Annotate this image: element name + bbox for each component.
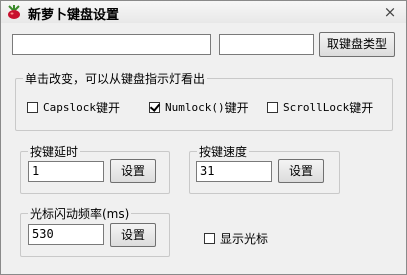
scrolllock-label-prefix: ScrollLock xyxy=(283,101,350,114)
numlock-checkbox[interactable]: Numlock() 键开 xyxy=(149,99,249,116)
radish-app-icon xyxy=(8,5,20,19)
capslock-label-prefix: Capslock xyxy=(43,101,96,114)
show-cursor-checkbox[interactable]: 显示光标 xyxy=(204,230,268,247)
cursor-blink-set-button[interactable]: 设置 xyxy=(110,223,156,247)
cursor-blink-title: 光标闪动频率(ms) xyxy=(28,205,132,222)
keyboard-type-field[interactable] xyxy=(219,34,314,55)
cursor-blink-input[interactable]: 530 xyxy=(28,224,104,245)
capslock-checkbox[interactable]: Capslock 键开 xyxy=(27,99,120,116)
key-speed-set-button[interactable]: 设置 xyxy=(278,159,324,183)
numlock-label-suffix: 键开 xyxy=(224,101,249,115)
key-delay-set-button[interactable]: 设置 xyxy=(110,159,156,183)
scrolllock-checkbox[interactable]: ScrollLock 键开 xyxy=(267,99,373,116)
show-cursor-checkbox-box[interactable] xyxy=(204,233,215,244)
close-icon[interactable]: × xyxy=(384,3,397,21)
key-delay-title: 按键延时 xyxy=(28,143,81,160)
numlock-checkbox-box[interactable] xyxy=(149,102,160,113)
window-title: 新萝卜键盘设置 xyxy=(28,8,120,23)
close-button[interactable]: × xyxy=(380,3,400,21)
numlock-label-prefix: Numlock() xyxy=(165,101,225,114)
scrolllock-checkbox-box[interactable] xyxy=(267,102,278,113)
settings-window: 新萝卜键盘设置 × 取键盘类型 单击改变，可以从键盘指示灯看出 Capslock… xyxy=(0,0,407,275)
scrolllock-label-suffix: 键开 xyxy=(349,101,374,115)
keyboard-info-field[interactable] xyxy=(12,34,211,55)
title-bar: 新萝卜键盘设置 × xyxy=(1,1,406,23)
indicator-group-title: 单击改变，可以从键盘指示灯看出 xyxy=(23,70,208,87)
key-delay-input[interactable]: 1 xyxy=(28,161,104,182)
capslock-checkbox-box[interactable] xyxy=(27,102,38,113)
key-speed-title: 按键速度 xyxy=(197,143,250,160)
show-cursor-label: 显示光标 xyxy=(220,232,269,246)
get-keyboard-type-button[interactable]: 取键盘类型 xyxy=(319,32,395,57)
key-speed-input[interactable]: 31 xyxy=(196,161,272,182)
capslock-label-suffix: 键开 xyxy=(95,101,120,115)
